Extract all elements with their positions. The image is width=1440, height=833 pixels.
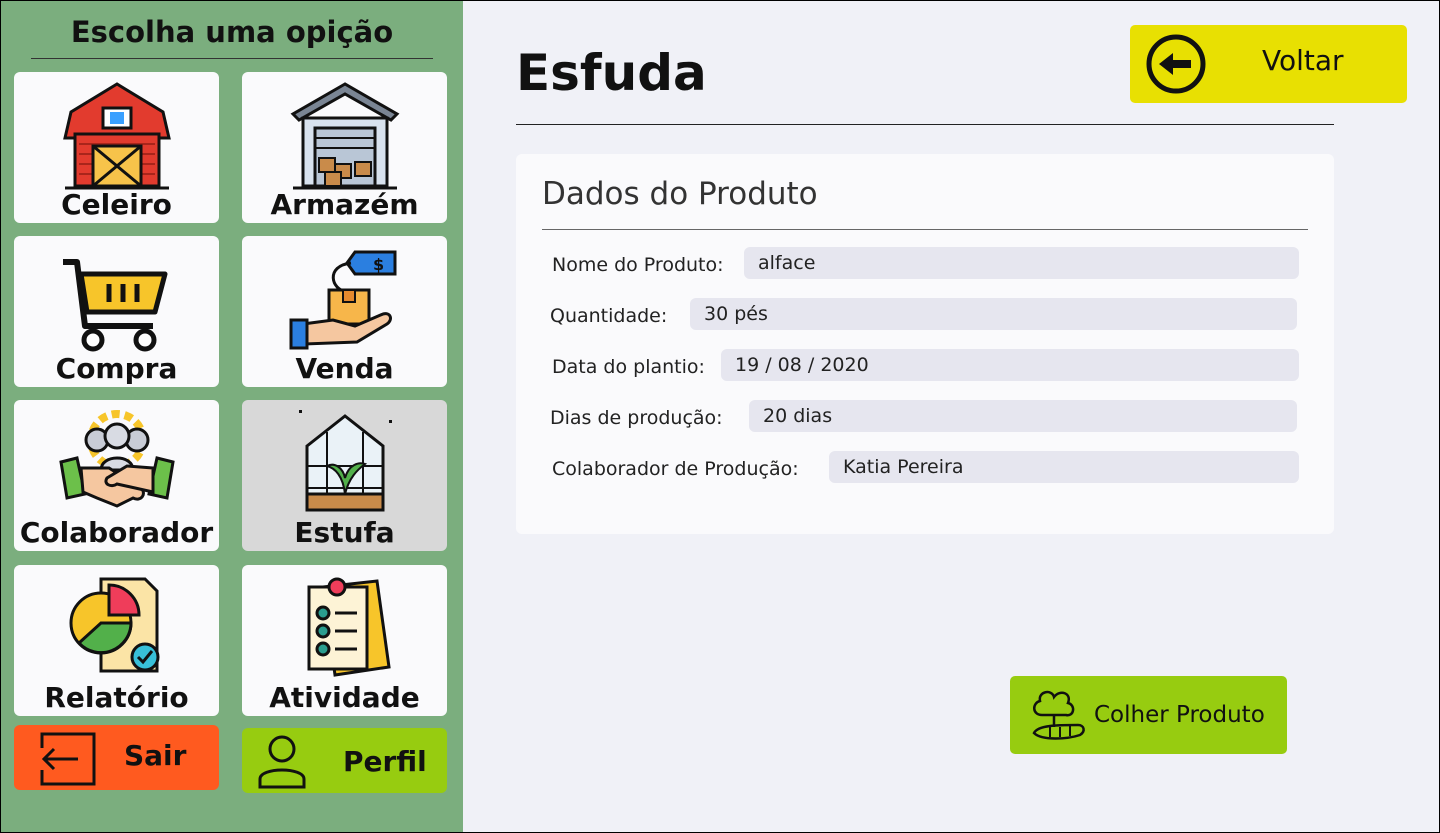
- tile-label: Estufa: [294, 516, 395, 549]
- sidebar-title: Escolha uma opição: [70, 15, 394, 49]
- title-divider: [516, 124, 1334, 125]
- back-label: Voltar: [1262, 44, 1344, 77]
- card-divider: [542, 229, 1308, 230]
- tile-label: Colaborador: [19, 516, 214, 549]
- logout-icon: [40, 732, 96, 790]
- field-value-quantidade: 30 pés: [690, 298, 1297, 330]
- card-title: Dados do Produto: [542, 176, 818, 212]
- svg-text:$: $: [373, 255, 384, 274]
- profile-button[interactable]: Perfil: [242, 728, 447, 793]
- harvest-vegetables-icon: [1028, 685, 1088, 749]
- field-label-dias-producao: Dias de produção:: [550, 407, 723, 429]
- page-title: Esfuda: [516, 44, 707, 102]
- tile-label: Compra: [55, 352, 178, 385]
- field-value-nome: alface: [744, 247, 1299, 279]
- checklist-icon: [285, 571, 405, 683]
- barn-icon: [57, 78, 177, 190]
- sidebar-divider: [31, 58, 433, 59]
- field-label-nome: Nome do Produto:: [552, 254, 724, 276]
- tile-relatorio[interactable]: Relatório: [14, 565, 219, 716]
- profile-label: Perfil: [343, 745, 427, 778]
- field-value-colaborador: Katia Pereira: [829, 451, 1299, 483]
- arrow-left-circle-icon: [1145, 34, 1207, 98]
- shopping-cart-icon: [57, 242, 177, 354]
- tile-venda[interactable]: $ Venda: [242, 236, 447, 387]
- tile-label: Celeiro: [61, 188, 172, 221]
- report-chart-icon: [57, 571, 177, 683]
- tile-estufa[interactable]: Estufa: [242, 400, 447, 551]
- field-label-colaborador: Colaborador de Produção:: [552, 458, 799, 480]
- greenhouse-icon: [285, 406, 405, 518]
- sidebar: Escolha uma opição Celeiro Armazém Compr…: [1, 1, 463, 832]
- handshake-team-icon: [57, 406, 177, 518]
- tile-label: Venda: [295, 352, 394, 385]
- field-label-quantidade: Quantidade:: [550, 305, 668, 327]
- tile-compra[interactable]: Compra: [14, 236, 219, 387]
- tile-label: Relatório: [44, 681, 189, 714]
- tile-label: Armazém: [270, 188, 419, 221]
- harvest-label: Colher Produto: [1094, 702, 1265, 728]
- logout-label: Sair: [124, 739, 187, 772]
- field-label-data-plantio: Data do plantio:: [552, 356, 705, 378]
- harvest-button[interactable]: Colher Produto: [1010, 676, 1287, 754]
- sale-package-icon: $: [285, 242, 405, 354]
- tile-armazem[interactable]: Armazém: [242, 72, 447, 223]
- tile-celeiro[interactable]: Celeiro: [14, 72, 219, 223]
- tile-label: Atividade: [269, 681, 420, 714]
- tile-colaborador[interactable]: Colaborador: [14, 400, 219, 551]
- warehouse-icon: [285, 78, 405, 190]
- logout-button[interactable]: Sair: [14, 725, 219, 790]
- product-card: Dados do Produto Nome do Produto: alface…: [516, 154, 1334, 534]
- field-value-data-plantio: 19 / 08 / 2020: [721, 349, 1299, 381]
- tile-atividade[interactable]: Atividade: [242, 565, 447, 716]
- user-icon: [256, 733, 308, 793]
- back-button[interactable]: Voltar: [1130, 25, 1407, 103]
- field-value-dias-producao: 20 dias: [749, 400, 1297, 432]
